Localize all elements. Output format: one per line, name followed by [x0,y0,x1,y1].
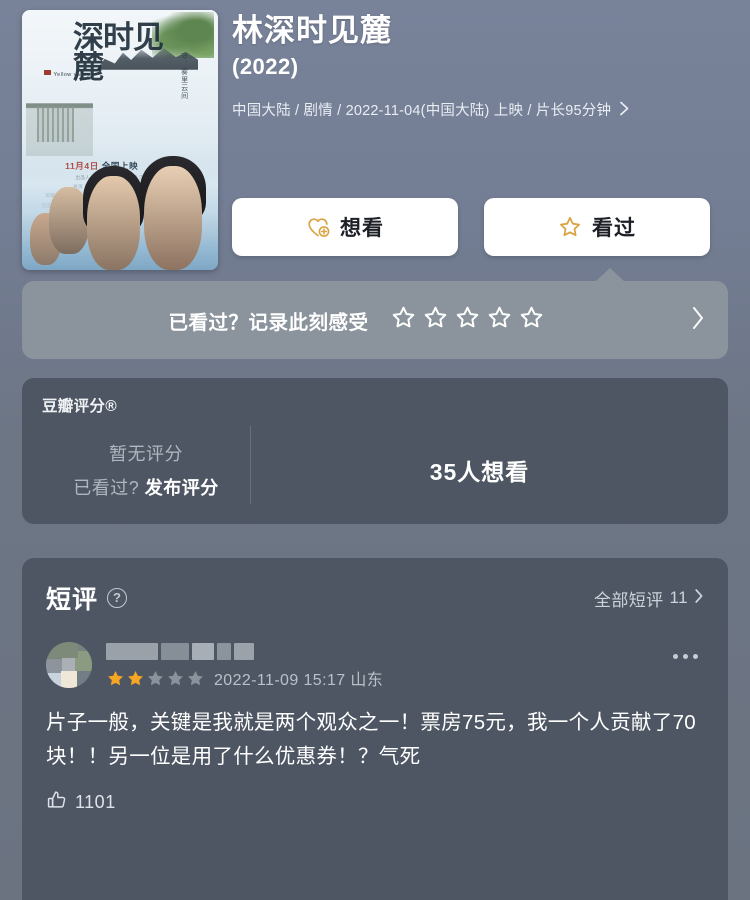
star-outline-icon[interactable] [455,305,480,335]
movie-metadata[interactable]: 中国大陆 / 剧情 / 2022-11-04(中国大陆) 上映 / 片长95分钟 [232,99,732,124]
comment-actions: 1101 [46,789,704,816]
douban-rating-title: 豆瓣评分® [42,398,117,415]
chevron-right-icon [690,305,706,336]
tooltip-caret [596,268,624,281]
rating-prompt-inner: 已看过？记录此刻感受 [22,305,690,335]
all-comments-label: 全部短评 [593,590,664,610]
star-outline-icon[interactable] [487,305,512,335]
post-rating-prefix: 已看过? [73,478,140,498]
like-count: 1101 [75,791,116,812]
poster-artwork: Yellow valley 深时见麓 守．雾里云间 11月4日 全国上映 出品人… [22,10,218,270]
want-to-watch-button[interactable]: 想看 [232,198,458,256]
avatar[interactable] [46,642,92,688]
want-count-column: 35人想看 [251,422,708,518]
star-outline-icon[interactable] [391,305,416,335]
movie-detail-page: Yellow valley 深时见麓 守．雾里云间 11月4日 全国上映 出品人… [0,0,750,900]
rating-prompt-stars[interactable] [391,305,544,335]
more-horizontal-icon[interactable] [673,654,698,659]
comment-rating-stars [106,669,205,688]
question-mark-icon[interactable]: ? [107,588,128,608]
comment-date: 2022-11-09 15:17 山东 [214,672,384,689]
douban-rating-card: 豆瓣评分® 暂无评分 已看过? 发布评分 35人想看 [22,378,728,524]
movie-poster[interactable]: Yellow valley 深时见麓 守．雾里云间 11月4日 全国上映 出品人… [22,10,218,270]
short-comments-card: 短评 ? 全部短评 11 2022-11-09 15:17 山东 片子一般，关键… [22,558,728,900]
score-column: 暂无评分 已看过? 发布评分 [42,422,250,518]
chevron-right-icon [619,100,630,125]
star-filled-icon [128,670,143,685]
no-score-text: 暂无评分 [109,444,183,464]
star-outline-icon[interactable] [519,305,544,335]
rating-prompt-text: 已看过？记录此刻感受 [168,311,369,334]
comment-item: 2022-11-09 15:17 山东 片子一般，关键是我就是两个观众之一！票房… [46,642,704,816]
heart-plus-icon [306,215,330,239]
star-empty-icon [148,670,163,685]
poster-face [86,176,140,270]
star-empty-icon [188,670,203,685]
star-outline-icon [558,215,582,239]
comments-title: 短评 [46,586,99,614]
action-buttons: 想看 看过 [232,198,710,256]
thumbs-up-icon[interactable] [46,789,68,816]
want-count-text: 35人想看 [429,459,530,485]
comment-subline: 2022-11-09 15:17 山东 [106,666,704,690]
douban-rating-body: 暂无评分 已看过? 发布评分 35人想看 [42,422,708,518]
watched-label: 看过 [592,217,636,240]
comment-header: 2022-11-09 15:17 山东 [46,642,704,690]
star-outline-icon[interactable] [423,305,448,335]
watched-button[interactable]: 看过 [484,198,710,256]
post-rating-action[interactable]: 发布评分 [145,478,219,498]
comments-header: 短评 ? 全部短评 11 [46,580,704,616]
poster-side-text: 守．雾里云间 [180,51,189,100]
hero-section: Yellow valley 深时见麓 守．雾里云间 11月4日 全国上映 出品人… [0,0,750,282]
all-comments-link[interactable]: 全部短评 11 [594,586,704,611]
chevron-right-icon [694,588,704,609]
star-filled-icon [108,670,123,685]
movie-metadata-text: 中国大陆 / 剧情 / 2022-11-04(中国大陆) 上映 / 片长95分钟 [232,103,612,120]
all-comments-count: 11 [669,588,688,607]
movie-year: (2022) [232,54,299,80]
comment-text: 片子一般，关键是我就是两个观众之一！票房75元，我一个人贡献了70块！！另一位是… [46,711,697,769]
want-to-watch-label: 想看 [340,217,384,240]
post-rating-row[interactable]: 已看过? 发布评分 [73,474,219,500]
poster-calligraphy-title: 深时见麓 [72,20,164,87]
poster-face [143,166,203,270]
page-title: 林深时见麓 [232,13,392,48]
star-empty-icon [168,670,183,685]
comment-meta: 2022-11-09 15:17 山东 [106,642,704,690]
movie-info: 林深时见麓 (2022) 中国大陆 / 剧情 / 2022-11-04(中国大陆… [232,13,732,124]
username-redacted [106,643,704,660]
rating-prompt-bar[interactable]: 已看过？记录此刻感受 [22,281,728,359]
comments-title-group: 短评 ? [46,580,128,616]
